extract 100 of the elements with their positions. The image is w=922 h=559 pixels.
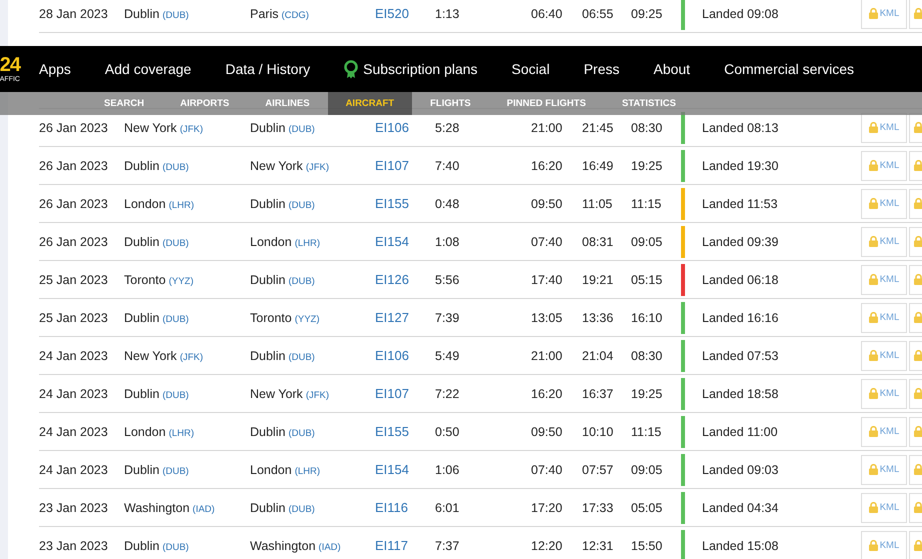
airport-code[interactable]: (DUB)	[288, 200, 315, 210]
sta-cell-text: 09:25	[631, 6, 664, 20]
sub-nav-tab[interactable]: FLIGHTS	[412, 92, 489, 115]
status-cell-text: Landed 11:00	[701, 424, 779, 438]
kml-button[interactable]: KML	[861, 378, 907, 408]
status-cell-text: Landed 11:53	[701, 196, 779, 210]
flight-number-link[interactable]: EI127	[375, 310, 435, 325]
status-cell-text: Landed 15:08	[701, 538, 780, 552]
lock-icon	[868, 464, 878, 475]
origin-city: Dublin	[124, 158, 160, 172]
airport-code[interactable]: (JFK)	[180, 352, 204, 362]
kml-button[interactable]: KML	[861, 264, 907, 294]
airport-code[interactable]: (DUB)	[162, 10, 189, 20]
airport-code[interactable]: (DUB)	[288, 124, 315, 134]
airport-code[interactable]: (CDG)	[281, 10, 309, 20]
flight-number-link[interactable]: EI116	[375, 500, 435, 515]
airport-code[interactable]: (JFK)	[306, 162, 330, 172]
lock-icon	[914, 198, 922, 209]
sub-nav-tab[interactable]: STATISTICS	[604, 92, 694, 115]
flight-number-link[interactable]: EI126	[375, 272, 435, 287]
nav-link[interactable]: Social	[512, 61, 550, 77]
flight-number-link[interactable]: EI520	[375, 6, 435, 21]
nav-link[interactable]: Data / History	[225, 61, 310, 77]
status-cell-text: Landed 09:08	[701, 6, 780, 20]
airport-code[interactable]: (IAD)	[192, 504, 215, 514]
airport-code[interactable]: (DUB)	[162, 314, 189, 324]
sub-nav-tab[interactable]: AIRPORTS	[162, 92, 248, 115]
sta-cell-text: 08:30	[631, 120, 664, 134]
flight-number-link[interactable]: EI106	[375, 348, 435, 363]
kml-button[interactable]: KML	[861, 302, 907, 332]
origin-city: Dublin	[124, 462, 160, 476]
destination-city: London	[250, 234, 292, 248]
kml-button[interactable]: KML	[861, 416, 907, 446]
sub-nav-tab[interactable]: SEARCH	[86, 92, 162, 115]
airport-code[interactable]: (DUB)	[288, 504, 315, 514]
kml-button[interactable]: KML	[861, 454, 907, 484]
airport-code[interactable]: (JFK)	[306, 390, 330, 400]
sub-nav-tab[interactable]: AIRLINES	[247, 92, 328, 115]
lock-icon	[868, 122, 878, 133]
std-cell-text: 07:40	[531, 462, 564, 476]
kml-button[interactable]: KML	[861, 150, 907, 180]
atd-cell-text: 13:36	[582, 310, 614, 324]
destination-city: Dublin	[250, 272, 286, 286]
sta-cell-text: 19:25	[631, 386, 664, 400]
origin-city: Washington	[124, 500, 190, 514]
kml-button[interactable]: KML	[861, 226, 907, 256]
flight-number-link[interactable]: EI154	[375, 462, 435, 477]
airport-code[interactable]: (LHR)	[168, 428, 194, 438]
destination-city: Washington	[250, 538, 316, 552]
lock-icon	[868, 8, 878, 19]
lock-icon	[868, 198, 878, 209]
flight-number-link[interactable]: EI155	[375, 424, 435, 439]
kml-button[interactable]: KML	[861, 188, 907, 218]
flight-number-link[interactable]: EI107	[375, 386, 435, 401]
flight-number-link[interactable]: EI154	[375, 234, 435, 249]
nav-link[interactable]: Commercial services	[724, 61, 854, 77]
airport-code[interactable]: (LHR)	[294, 466, 320, 476]
nav-link[interactable]: Subscription plans	[344, 60, 478, 78]
airport-code[interactable]: (IAD)	[318, 542, 341, 552]
kml-button[interactable]: KML	[861, 0, 907, 28]
kml-button[interactable]: KML	[861, 530, 907, 559]
origin-city: Toronto	[124, 272, 166, 286]
airport-code[interactable]: (JFK)	[180, 124, 204, 134]
airport-code[interactable]: (DUB)	[288, 352, 315, 362]
duration-cell-text: 7:40	[435, 158, 460, 172]
airport-code[interactable]: (DUB)	[162, 390, 189, 400]
nav-link[interactable]: About	[653, 61, 690, 77]
lock-icon	[868, 426, 878, 437]
sub-nav-tab[interactable]: PINNED FLIGHTS	[488, 92, 604, 115]
nav-link[interactable]: Press	[584, 61, 620, 77]
flight-number-link[interactable]: EI107	[375, 158, 435, 173]
origin-city: London	[124, 424, 166, 438]
airport-code[interactable]: (LHR)	[294, 238, 320, 248]
flight-number-link[interactable]: EI117	[375, 538, 435, 553]
lock-icon	[914, 350, 922, 361]
kml-button[interactable]: KML	[861, 340, 907, 370]
nav-link[interactable]: Apps	[39, 61, 71, 77]
kml-button[interactable]: KML	[861, 112, 907, 142]
airport-code[interactable]: (DUB)	[162, 162, 189, 172]
atd-cell-text: 21:04	[582, 348, 614, 362]
nav-link[interactable]: Add coverage	[104, 61, 192, 77]
airport-code[interactable]: (DUB)	[162, 542, 189, 552]
status-cell-text: Landed 07:53	[701, 348, 780, 362]
destination-city: Dublin	[250, 500, 286, 514]
airport-code[interactable]: (DUB)	[288, 276, 315, 286]
airport-code[interactable]: (DUB)	[288, 428, 315, 438]
destination-city: Dublin	[250, 120, 286, 134]
airport-code[interactable]: (DUB)	[162, 466, 189, 476]
airport-code[interactable]: (DUB)	[162, 238, 189, 248]
lock-icon	[914, 274, 922, 285]
airport-code[interactable]: (YYZ)	[294, 314, 320, 324]
airport-code[interactable]: (YYZ)	[168, 276, 194, 286]
airport-code[interactable]: (LHR)	[168, 200, 194, 210]
kml-button[interactable]: KML	[861, 492, 907, 522]
duration-cell-text: 5:49	[435, 348, 460, 362]
flight-number-link[interactable]: EI155	[375, 196, 435, 211]
std-cell-text: 06:40	[531, 6, 564, 20]
flight-number-link[interactable]: EI106	[375, 120, 435, 135]
origin-city: Dublin	[124, 234, 160, 248]
sub-nav-tab[interactable]: AIRCRAFT	[328, 92, 412, 115]
